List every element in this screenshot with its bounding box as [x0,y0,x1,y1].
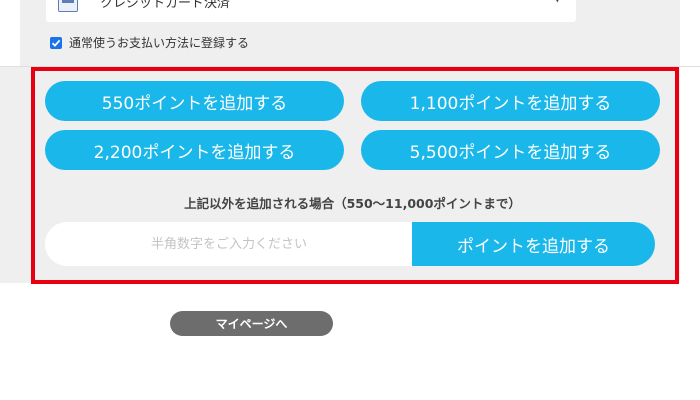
save-default-row[interactable]: 通常使うお支払い方法に登録する [50,34,249,51]
payment-method-select[interactable]: クレジットカード決済 ▼ [46,0,576,22]
panel-edge-right [680,0,700,66]
chevron-down-icon: ▼ [553,0,562,4]
payment-method-panel: クレジットカード決済 ▼ 通常使うお支払い方法に登録する [0,0,700,66]
checkmark-icon [51,39,61,47]
page: クレジットカード決済 ▼ 通常使うお支払い方法に登録する 550ポイントを追加す… [0,0,700,400]
save-default-label: 通常使うお支払い方法に登録する [69,36,250,50]
save-default-checkbox[interactable] [50,36,62,49]
credit-card-icon [58,0,78,12]
panel-edge-left [0,0,20,66]
highlight-frame [31,67,679,284]
mypage-button[interactable]: マイページへ [170,311,333,336]
payment-method-selected-value: クレジットカード決済 [100,0,231,11]
panel-bg-left [0,67,20,283]
